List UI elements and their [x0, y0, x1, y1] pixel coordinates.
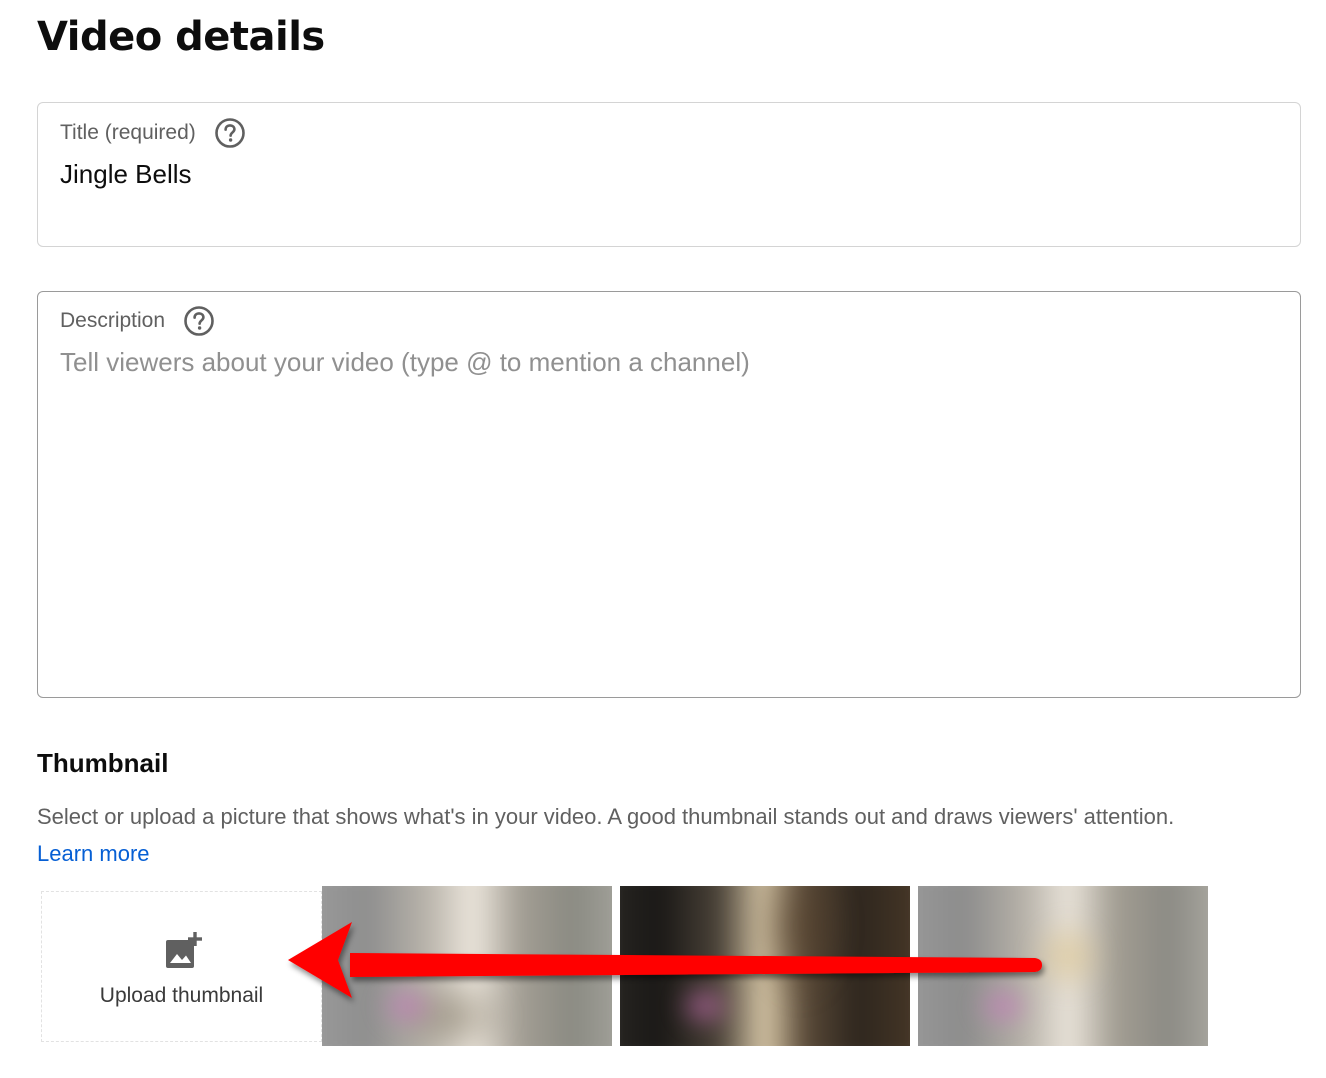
title-input[interactable]: Jingle Bells [60, 159, 192, 190]
description-input[interactable]: Tell viewers about your video (type @ to… [60, 347, 1260, 378]
learn-more-link[interactable]: Learn more [37, 841, 150, 867]
description-label: Description [60, 309, 166, 332]
title-label-row: Title (required) [60, 117, 246, 149]
help-circle-icon[interactable] [183, 305, 215, 337]
description-field[interactable]: Description Tell viewers about your vide… [37, 291, 1301, 698]
title-label: Title (required) [60, 121, 196, 144]
help-circle-icon[interactable] [214, 117, 246, 149]
thumbnail-description: Select or upload a picture that shows wh… [37, 804, 1175, 829]
title-field[interactable]: Title (required) Jingle Bells [37, 102, 1301, 247]
description-label-row: Description [60, 305, 215, 337]
thumbnail-heading: Thumbnail [37, 748, 169, 778]
page-title: Video details [37, 14, 325, 60]
add-photo-icon [164, 932, 204, 972]
annotation-arrow [288, 922, 1042, 998]
